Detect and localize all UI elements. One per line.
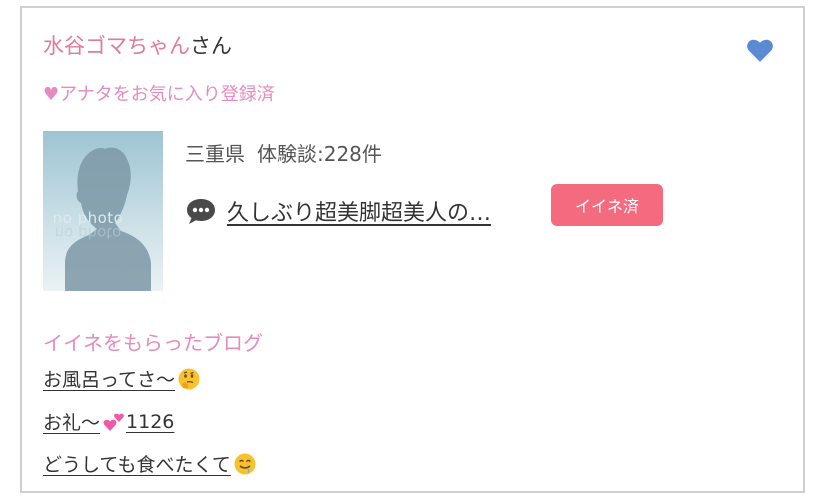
blog-title: お礼〜	[43, 412, 101, 434]
profile-meta: 三重県 体験談:228件	[185, 138, 382, 167]
liked-blogs-heading: イイネをもらったブログ	[43, 331, 263, 355]
latest-review: 久しぶり超美脚超美人の…	[185, 194, 491, 228]
user-card: 水谷ゴマちゃんさん ♥アナタをお気に入り登録済 no photo no phot…	[20, 6, 805, 493]
favorite-heart-icon[interactable]	[745, 35, 775, 65]
avatar[interactable]: no photo no photo	[43, 131, 163, 291]
thinking-face-icon	[178, 368, 200, 389]
blog-link-3[interactable]: どうしても食べたくて	[43, 450, 257, 477]
two-hearts-icon	[103, 413, 124, 431]
prefecture: 三重県	[185, 142, 245, 166]
blog-suffix: 1126	[126, 410, 175, 433]
blog-title: お風呂ってさ〜	[43, 369, 176, 391]
favorite-status: ♥アナタをお気に入り登録済	[43, 84, 275, 105]
blog-link-2[interactable]: お礼〜 1126	[43, 408, 174, 435]
review-count: 体験談:228件	[257, 142, 382, 166]
blog-title: どうしても食べたくて	[43, 454, 231, 476]
review-title-link[interactable]: 久しぶり超美脚超美人の…	[227, 195, 491, 227]
user-name-link[interactable]: 水谷ゴマちゃん	[43, 34, 190, 58]
no-photo-reflection: no photo	[54, 224, 122, 242]
speech-bubble-icon	[187, 199, 215, 224]
drooling-face-icon	[234, 453, 256, 474]
user-name-line: 水谷ゴマちゃんさん	[43, 33, 232, 59]
blog-link-1[interactable]: お風呂ってさ〜	[43, 365, 201, 392]
honorific: さん	[190, 34, 232, 58]
iine-done-button[interactable]: イイネ済	[551, 184, 663, 226]
